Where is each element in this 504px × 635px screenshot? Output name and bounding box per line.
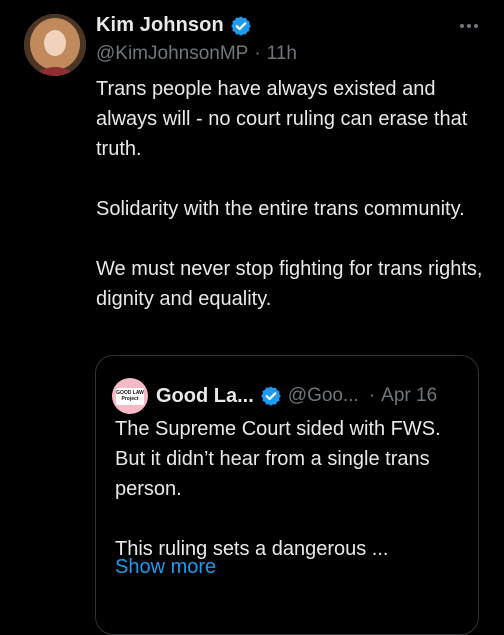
separator-dot: · [254, 43, 261, 64]
tweet-paragraph: Solidarity with the entire trans communi… [96, 198, 465, 220]
more-dot [460, 24, 464, 28]
verified-badge-icon [260, 385, 282, 407]
quoted-paragraph: The Supreme Court sided with FWS. But it… [115, 418, 441, 500]
author-handle[interactable]: @KimJohnsonMP [96, 43, 248, 65]
quoted-tweet-text: The Supreme Court sided with FWS. But it… [115, 414, 465, 564]
author-avatar[interactable] [24, 14, 86, 76]
quoted-author-name[interactable]: Good La... [156, 385, 254, 408]
tweet-text: Trans people have always existed and alw… [96, 74, 486, 314]
quoted-author-handle[interactable]: @Goo... [288, 385, 359, 407]
separator-dot: · [368, 385, 376, 406]
verified-badge-icon[interactable] [230, 15, 252, 37]
more-options-icon[interactable] [460, 18, 484, 34]
author-name[interactable]: Kim Johnson [96, 14, 224, 37]
tweet-paragraph: We must never stop fighting for trans ri… [96, 258, 483, 310]
good-law-project-logo: GOOD LAW Project [116, 387, 144, 405]
tweet[interactable]: Kim Johnson @KimJohnsonMP · 11h Trans pe… [0, 0, 504, 635]
tweet-paragraph: Trans people have always existed and alw… [96, 78, 468, 160]
quoted-author-avatar[interactable]: GOOD LAW Project [112, 378, 148, 414]
quoted-post-date[interactable]: Apr 16 [381, 385, 437, 407]
more-dot [467, 24, 471, 28]
more-dot [474, 24, 478, 28]
show-more-link[interactable]: Show more [115, 556, 216, 579]
quoted-tweet-card[interactable]: GOOD LAW Project Good La... @Goo... · Ap… [95, 355, 479, 635]
post-time[interactable]: 11h [267, 43, 297, 65]
